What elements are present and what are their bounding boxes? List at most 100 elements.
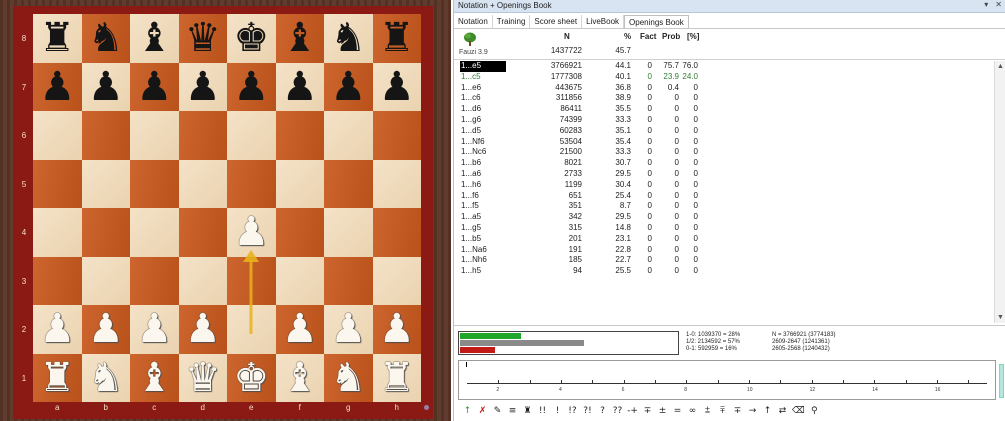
tab-openings-book[interactable]: Openings Book <box>624 15 689 29</box>
white-pawn-icon[interactable]: ♟ <box>227 208 276 257</box>
square-c2[interactable]: ♟ <box>130 305 179 354</box>
square-f3[interactable] <box>275 256 324 305</box>
square-c3[interactable] <box>130 256 179 305</box>
square-d8[interactable]: ♛ <box>178 14 228 63</box>
comment-icon[interactable]: ≡ <box>505 406 520 416</box>
book-move-row[interactable]: 1...f6 651 25.4 0 0 0 <box>454 191 994 202</box>
black-bishop-icon[interactable]: ♝ <box>130 14 179 63</box>
white-queen-icon[interactable]: ♛ <box>179 354 228 403</box>
black-better-icon[interactable]: ∓ <box>640 406 655 416</box>
white-rook-icon[interactable]: ♜ <box>33 354 82 403</box>
white-knight-icon[interactable]: ♞ <box>82 354 131 403</box>
white-pawn-icon[interactable]: ♟ <box>324 305 373 354</box>
book-move-row[interactable]: 1...d6 86411 35.5 0 0 0 <box>454 104 994 115</box>
square-d5[interactable] <box>178 159 227 208</box>
book-move-row[interactable]: 1...e5 3766921 44.1 0 75.7 76.0 <box>454 61 994 72</box>
square-a5[interactable] <box>33 159 82 208</box>
good-move-icon[interactable]: ! <box>550 406 565 416</box>
header-prob-pct[interactable]: [%] <box>687 32 699 41</box>
arrow-up-icon[interactable]: ↑ <box>460 406 475 416</box>
square-b2[interactable]: ♟ <box>81 305 131 354</box>
square-b4[interactable] <box>81 208 130 257</box>
white-bishop-icon[interactable]: ♝ <box>276 354 325 403</box>
black-knight-icon[interactable]: ♞ <box>82 14 131 63</box>
black-pawn-icon[interactable]: ♟ <box>324 63 373 112</box>
book-move-row[interactable]: 1...h6 1199 30.4 0 0 0 <box>454 180 994 191</box>
square-f6[interactable] <box>275 111 324 160</box>
initiative-icon[interactable]: ↑ <box>760 406 775 416</box>
square-e1[interactable]: ♚ <box>227 353 276 403</box>
header-prob[interactable]: Prob <box>662 32 680 41</box>
book-move-row[interactable]: 1...b5 201 23.1 0 0 0 <box>454 234 994 245</box>
square-a2[interactable]: ♟ <box>33 305 82 354</box>
mistake-icon[interactable]: ? <box>595 406 610 416</box>
square-b3[interactable] <box>81 256 130 305</box>
book-move-row[interactable]: 1...d5 60283 35.1 0 0 0 <box>454 126 994 137</box>
chess-board[interactable]: ♜ ♞ ♝ ♛ ♚ ♝ ♞ ♜ ♟ ♟ ♟ ♟ ♟ ♟ ♟ ♟ ♟ ♟ ♟ ♟ ♟ ♟ ♟ ♟ ♜ ♞ ♝ ♛ ♚ ♝ ♞ ♜ <box>33 14 421 402</box>
square-b6[interactable] <box>81 111 130 160</box>
white-pawn-icon[interactable]: ♟ <box>33 305 82 354</box>
square-h8[interactable]: ♜ <box>372 14 422 63</box>
black-queen-icon[interactable]: ♛ <box>179 14 228 63</box>
square-g3[interactable] <box>324 256 373 305</box>
black-rook-icon[interactable]: ♜ <box>373 14 422 63</box>
square-a1[interactable]: ♜ <box>33 353 82 403</box>
square-d6[interactable] <box>178 111 227 160</box>
pencil-icon[interactable]: ✎ <box>490 406 505 416</box>
white-king-icon[interactable]: ♚ <box>227 354 276 403</box>
cross-icon[interactable]: ✗ <box>475 406 490 416</box>
square-b5[interactable] <box>81 159 130 208</box>
book-move-row[interactable]: 1...a5 342 29.5 0 0 0 <box>454 212 994 223</box>
black-pawn-icon[interactable]: ♟ <box>373 63 422 112</box>
square-e8[interactable]: ♚ <box>227 14 276 63</box>
square-g4[interactable] <box>324 208 373 257</box>
black-slight-icon[interactable]: ∓ <box>730 406 745 416</box>
black-pawn-icon[interactable]: ♟ <box>130 63 179 112</box>
square-b7[interactable]: ♟ <box>81 62 130 111</box>
square-g6[interactable] <box>324 111 373 160</box>
square-f7[interactable]: ♟ <box>275 62 324 111</box>
square-g5[interactable] <box>324 159 373 208</box>
book-move-row[interactable]: 1...Nf6 53504 35.4 0 0 0 <box>454 137 994 148</box>
square-c7[interactable]: ♟ <box>130 62 179 112</box>
square-f2[interactable]: ♟ <box>275 305 324 354</box>
board-icon[interactable]: ♜ <box>520 406 535 416</box>
square-e5[interactable] <box>227 159 276 208</box>
square-f5[interactable] <box>275 159 324 208</box>
square-c5[interactable] <box>130 159 179 208</box>
black-pawn-icon[interactable]: ♟ <box>179 63 228 112</box>
book-move-row[interactable]: 1...g5 315 14.8 0 0 0 <box>454 223 994 234</box>
square-a6[interactable] <box>33 111 82 160</box>
square-e4[interactable]: ♟ <box>227 208 276 257</box>
book-move-row[interactable]: 1...Nh6 185 22.7 0 0 0 <box>454 255 994 266</box>
square-d3[interactable] <box>178 256 227 305</box>
counterplay-icon[interactable]: ⇄ <box>775 406 790 416</box>
square-f4[interactable] <box>275 208 324 257</box>
white-pawn-icon[interactable]: ♟ <box>130 305 179 354</box>
close-icon[interactable]: ✕ <box>995 0 1002 9</box>
white-better-icon[interactable]: ± <box>655 406 670 416</box>
tab-training[interactable]: Training <box>493 15 531 29</box>
black-knight-icon[interactable]: ♞ <box>324 14 373 63</box>
dubious-icon[interactable]: ?! <box>580 406 595 416</box>
book-move-row[interactable]: 1...b6 8021 30.7 0 0 0 <box>454 158 994 169</box>
slight-black-icon[interactable]: ⩱ <box>715 406 730 416</box>
square-d7[interactable]: ♟ <box>178 62 228 112</box>
dropdown-icon[interactable]: ▾ <box>984 0 988 9</box>
square-c1[interactable]: ♝ <box>130 353 179 403</box>
tab-notation[interactable]: Notation <box>454 15 493 29</box>
square-d2[interactable]: ♟ <box>178 305 227 354</box>
black-pawn-icon[interactable]: ♟ <box>227 63 276 112</box>
brilliant-icon[interactable]: !! <box>535 406 550 416</box>
square-f8[interactable]: ♝ <box>275 14 325 63</box>
square-g1[interactable]: ♞ <box>324 353 373 402</box>
book-move-row[interactable]: 1...f5 351 8.7 0 0 0 <box>454 201 994 212</box>
white-pawn-icon[interactable]: ♟ <box>82 305 131 354</box>
square-f1[interactable]: ♝ <box>275 353 325 403</box>
square-e6[interactable] <box>227 111 276 160</box>
book-move-row[interactable]: 1...a6 2733 29.5 0 0 0 <box>454 169 994 180</box>
white-bishop-icon[interactable]: ♝ <box>130 354 179 403</box>
timeline-side-bar[interactable] <box>999 364 1004 398</box>
book-move-row[interactable]: 1...g6 74399 33.3 0 0 0 <box>454 115 994 126</box>
black-bishop-icon[interactable]: ♝ <box>276 14 325 63</box>
